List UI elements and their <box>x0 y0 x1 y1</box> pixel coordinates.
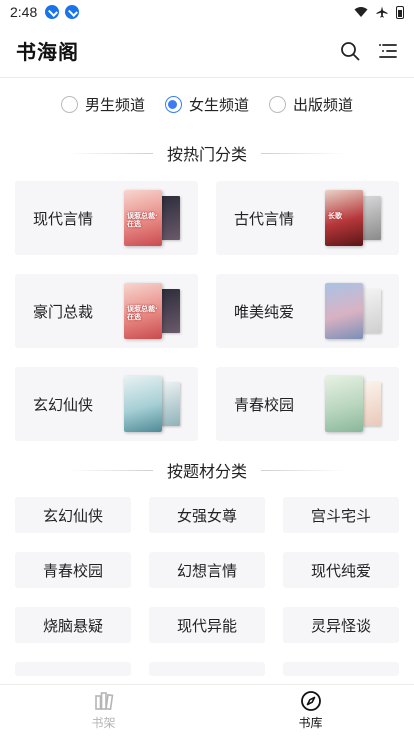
radio-female[interactable] <box>164 96 182 113</box>
airplane-mode-icon <box>376 6 388 18</box>
hot-section-header: 按热门分类 <box>0 141 414 165</box>
status-time: 2:48 <box>10 4 38 20</box>
theme-tag[interactable]: 玄幻仙侠 <box>15 497 131 533</box>
divider <box>261 469 345 471</box>
tab-male-channel[interactable]: 男生频道 <box>60 94 145 115</box>
category-label: 豪门总裁 <box>33 302 94 321</box>
menu-icon[interactable] <box>378 41 398 61</box>
tab-female-label: 女生频道 <box>188 96 249 114</box>
book-cover <box>361 382 381 426</box>
divider <box>261 152 345 154</box>
theme-tag[interactable]: 灵异怪谈 <box>283 607 399 643</box>
cover-title: 长歌 <box>328 212 342 220</box>
theme-tag[interactable]: 现代纯爱 <box>283 552 399 588</box>
hot-category-card[interactable]: 唯美纯爱 <box>216 274 399 348</box>
theme-tag-partial[interactable] <box>149 662 265 676</box>
category-label: 玄幻仙侠 <box>33 395 94 414</box>
book-cover <box>160 382 180 426</box>
theme-tag-grid: 玄幻仙侠 女强女尊 宫斗宅斗 青春校园 幻想言情 现代纯爱 烧脑悬疑 现代异能 … <box>15 497 399 676</box>
bookshelf-icon <box>94 692 113 711</box>
nav-bookshelf[interactable]: 书架 <box>0 685 207 736</box>
nav-library-label: 书库 <box>298 716 323 730</box>
app-title: 书海阁 <box>16 40 79 64</box>
theme-section-title: 按题材分类 <box>166 462 247 481</box>
theme-tag[interactable]: 青春校园 <box>15 552 131 588</box>
divider <box>68 152 153 154</box>
download-notification-icon-2 <box>65 5 80 19</box>
download-notification-icon <box>45 5 60 19</box>
book-cover <box>160 196 180 240</box>
channel-tabs: 男生频道 女生频道 出版频道 <box>0 94 414 115</box>
book-cover <box>160 289 180 333</box>
book-cover <box>361 196 381 240</box>
bottom-nav: 书架 书库 <box>0 684 414 736</box>
battery-icon <box>396 5 404 19</box>
tab-publish-label: 出版频道 <box>293 96 354 114</box>
book-cover <box>124 376 162 432</box>
cover-title: 误惹总裁·在逃 <box>127 305 158 321</box>
cover-title: 误惹总裁·在逃 <box>127 212 158 228</box>
nav-library[interactable]: 书库 <box>207 685 414 736</box>
tab-male-label: 男生频道 <box>84 96 145 114</box>
book-cover: 长歌 <box>325 190 363 246</box>
radio-male[interactable] <box>60 96 78 113</box>
compass-icon <box>300 691 321 711</box>
tab-female-channel[interactable]: 女生频道 <box>164 94 249 115</box>
book-covers <box>323 376 383 432</box>
hot-category-card[interactable]: 现代言情 误惹总裁·在逃 <box>15 181 198 255</box>
book-cover <box>325 283 363 339</box>
app-header: 书海阁 <box>0 24 414 78</box>
book-covers <box>122 376 182 432</box>
book-covers: 误惹总裁·在逃 <box>122 283 182 339</box>
hot-category-card[interactable]: 青春校园 <box>216 367 399 441</box>
divider <box>68 469 153 471</box>
theme-tag-partial[interactable] <box>283 662 399 676</box>
theme-tag-partial[interactable] <box>15 662 131 676</box>
radio-publish[interactable] <box>269 96 286 113</box>
wifi-icon <box>354 7 368 17</box>
theme-tag[interactable]: 宫斗宅斗 <box>283 497 399 533</box>
hot-category-card[interactable]: 玄幻仙侠 <box>15 367 198 441</box>
category-label: 青春校园 <box>234 395 295 414</box>
book-covers: 误惹总裁·在逃 <box>122 190 182 246</box>
book-cover <box>325 376 363 432</box>
theme-tag[interactable]: 现代异能 <box>149 607 265 643</box>
tab-publish-channel[interactable]: 出版频道 <box>269 94 353 115</box>
theme-tag[interactable]: 幻想言情 <box>149 552 265 588</box>
hot-category-grid: 现代言情 误惹总裁·在逃 古代言情 长歌 豪门总裁 误惹总裁·在逃 唯美纯爱 玄… <box>15 181 399 441</box>
nav-bookshelf-label: 书架 <box>91 716 116 730</box>
book-cover: 误惹总裁·在逃 <box>124 283 162 339</box>
book-covers: 长歌 <box>323 190 383 246</box>
hot-category-card[interactable]: 豪门总裁 误惹总裁·在逃 <box>15 274 198 348</box>
status-bar: 2:48 <box>0 0 414 24</box>
search-icon[interactable] <box>340 41 360 61</box>
category-label: 古代言情 <box>234 209 295 228</box>
category-label: 现代言情 <box>33 209 94 228</box>
theme-tag[interactable]: 女强女尊 <box>149 497 265 533</box>
hot-section-title: 按热门分类 <box>166 145 247 164</box>
book-covers <box>323 283 383 339</box>
hot-category-card[interactable]: 古代言情 长歌 <box>216 181 399 255</box>
theme-section-header: 按题材分类 <box>0 458 414 482</box>
category-label: 唯美纯爱 <box>234 302 295 321</box>
theme-tag[interactable]: 烧脑悬疑 <box>15 607 131 643</box>
book-cover <box>361 289 381 333</box>
book-cover: 误惹总裁·在逃 <box>124 190 162 246</box>
